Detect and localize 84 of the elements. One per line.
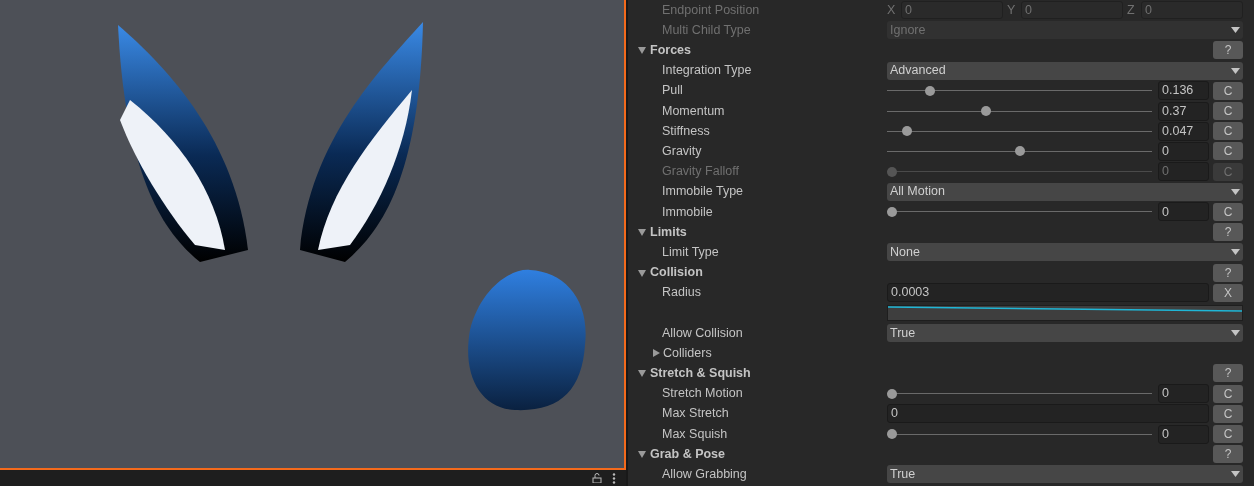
dropdown-caret-icon bbox=[1231, 330, 1240, 337]
section-header[interactable]: Forces bbox=[650, 41, 691, 60]
dropdown[interactable]: None bbox=[887, 243, 1243, 262]
section-header[interactable]: Grab & Pose bbox=[650, 444, 726, 464]
foldout-arrow-icon[interactable] bbox=[638, 369, 646, 378]
number-field[interactable]: 0 bbox=[1158, 141, 1209, 161]
field-label: Integration Type bbox=[662, 62, 752, 80]
slider-track[interactable] bbox=[887, 145, 1152, 158]
help-button[interactable]: ? bbox=[1213, 263, 1243, 282]
dropdown-caret-icon bbox=[1231, 27, 1240, 34]
dropdown[interactable]: True bbox=[887, 465, 1243, 484]
reset-button[interactable]: C bbox=[1213, 142, 1243, 161]
number-field[interactable]: 0.136 bbox=[1158, 81, 1209, 101]
clear-button[interactable]: C bbox=[1213, 404, 1243, 423]
field-label: Max Stretch bbox=[662, 405, 729, 423]
section-header[interactable]: Stretch & Squish bbox=[650, 364, 751, 383]
curve-field[interactable] bbox=[887, 304, 1243, 321]
field-label: Gravity bbox=[662, 143, 702, 161]
slider-track[interactable] bbox=[887, 165, 1152, 178]
foldout-arrow-icon[interactable] bbox=[638, 268, 646, 277]
slider-thumb[interactable] bbox=[925, 85, 936, 96]
dropdown-caret-icon bbox=[1231, 249, 1240, 256]
slider-track[interactable] bbox=[887, 84, 1152, 97]
foldout-arrow-icon[interactable] bbox=[638, 228, 646, 237]
field-label: Limit Type bbox=[662, 243, 719, 261]
foldout-arrow-icon[interactable] bbox=[638, 46, 646, 55]
more-options-icon[interactable] bbox=[612, 472, 616, 484]
reset-button[interactable]: C bbox=[1213, 202, 1243, 221]
dropdown-caret-icon bbox=[1231, 471, 1240, 478]
clear-button[interactable]: X bbox=[1213, 283, 1243, 302]
section-header[interactable]: Limits bbox=[650, 222, 687, 242]
field-label: Multi Child Type bbox=[662, 21, 751, 39]
reset-button[interactable]: C bbox=[1213, 102, 1243, 121]
field-label: Momentum bbox=[662, 102, 725, 120]
number-field[interactable]: 0.37 bbox=[1158, 101, 1209, 121]
field-label: Stiffness bbox=[662, 122, 710, 140]
slider-thumb[interactable] bbox=[887, 429, 897, 440]
slider-track[interactable] bbox=[887, 428, 1152, 441]
foldout-label[interactable]: Colliders bbox=[663, 343, 712, 363]
lock-icon[interactable] bbox=[592, 473, 602, 483]
field-label: Gravity Falloff bbox=[662, 163, 739, 181]
axis-label: X bbox=[887, 1, 897, 19]
axis-label: Z bbox=[1127, 1, 1136, 19]
slider-track[interactable] bbox=[887, 387, 1152, 400]
field-label: Immobile Type bbox=[662, 183, 744, 201]
number-field[interactable]: 0 bbox=[1158, 384, 1209, 404]
slider-track[interactable] bbox=[887, 125, 1152, 138]
reset-button[interactable]: C bbox=[1213, 425, 1243, 444]
slider-track[interactable] bbox=[887, 205, 1152, 218]
number-field[interactable]: 0 bbox=[887, 404, 1209, 424]
slider-track[interactable] bbox=[887, 105, 1152, 118]
number-field[interactable]: 0 bbox=[1158, 202, 1209, 222]
help-button[interactable]: ? bbox=[1213, 223, 1243, 242]
reset-button[interactable]: C bbox=[1213, 384, 1243, 403]
field-label: Radius bbox=[662, 284, 701, 302]
reset-button[interactable]: C bbox=[1213, 81, 1243, 100]
field-label: Allow Collision bbox=[662, 324, 743, 342]
field-label: Max Squish bbox=[662, 425, 728, 443]
help-button[interactable]: ? bbox=[1213, 41, 1243, 60]
field-label: Allow Grabbing bbox=[662, 466, 747, 484]
number-field[interactable]: 0.0003 bbox=[887, 283, 1209, 303]
foldout-arrow-icon[interactable] bbox=[638, 450, 646, 459]
reset-button[interactable]: C bbox=[1213, 122, 1243, 141]
axis-label: Y bbox=[1007, 1, 1017, 19]
slider-thumb[interactable] bbox=[1014, 146, 1025, 157]
field-label: Stretch Motion bbox=[662, 385, 743, 403]
help-button[interactable]: ? bbox=[1213, 364, 1243, 383]
dropdown[interactable]: True bbox=[887, 324, 1243, 343]
dropdown[interactable]: Advanced bbox=[887, 61, 1243, 80]
slider-thumb[interactable] bbox=[981, 106, 992, 117]
dropdown-caret-icon bbox=[1231, 67, 1240, 74]
slider-thumb[interactable] bbox=[887, 388, 897, 399]
field-label: Immobile bbox=[662, 203, 713, 221]
dropdown[interactable]: All Motion bbox=[887, 182, 1243, 201]
slider-thumb[interactable] bbox=[902, 126, 913, 137]
field-label: Endpoint Position bbox=[662, 1, 760, 19]
slider-thumb[interactable] bbox=[887, 206, 897, 217]
number-field[interactable]: 0 bbox=[1158, 424, 1209, 444]
help-button[interactable]: ? bbox=[1213, 445, 1243, 464]
field-label: Pull bbox=[662, 82, 683, 100]
section-header[interactable]: Collision bbox=[650, 263, 703, 282]
foldout-arrow-icon[interactable] bbox=[652, 349, 660, 358]
dropdown-caret-icon bbox=[1231, 188, 1240, 195]
number-field[interactable]: 0.047 bbox=[1158, 121, 1209, 141]
